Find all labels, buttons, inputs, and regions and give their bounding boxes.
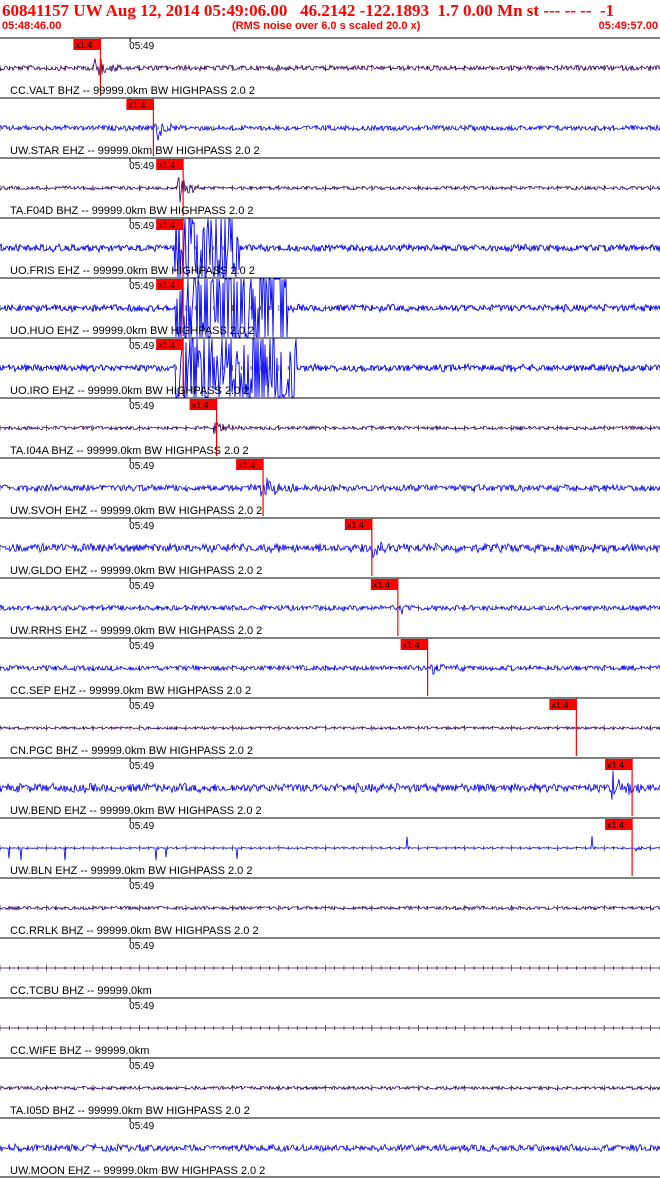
minute-tick-label: 05:49 <box>129 881 154 892</box>
channel-16: 05:49 CC.TCBU BHZ -- 99999.0km <box>0 937 660 997</box>
minute-tick-label: 05:49 <box>129 1001 154 1012</box>
channel-label: CC.SEP EHZ -- 99999.0km BW HIGHPASS 2.0 … <box>10 685 251 697</box>
minute-tick-label: 05:49 <box>129 401 154 412</box>
minute-tick-label: 05:49 <box>129 1121 154 1132</box>
waveform <box>0 177 660 203</box>
pick-label: x1.4 <box>75 40 92 50</box>
channel-label: CC.VALT BHZ -- 99999.0km BW HIGHPASS 2.0… <box>10 85 255 97</box>
pick-label: x1.4 <box>192 400 209 410</box>
channel-label: CC.RRLK BHZ -- 99999.0km BW HIGHPASS 2.0… <box>10 925 259 937</box>
channel-18: 05:49 TA.I05D BHZ -- 99999.0km BW HIGHPAS… <box>0 1057 660 1117</box>
pick-label: x1.4 <box>158 280 175 290</box>
channel-label: UW.STAR EHZ -- 99999.0km BW HIGHPASS 2.0… <box>10 145 260 157</box>
waveform <box>0 1142 660 1154</box>
channel-label: UW.GLDO EHZ -- 99999.0km BW HIGHPASS 2.0… <box>10 565 262 577</box>
pick-label: x1.4 <box>607 760 624 770</box>
pick-label: x1.4 <box>158 160 175 170</box>
channel-10: 05:49 x1.4 UW.RRHS EHZ -- 99999.0km BW HIG… <box>0 577 660 637</box>
pick-label: x1.4 <box>607 820 624 830</box>
channel-1: 05:49 x1.4 CC.VALT BHZ -- 99999.0km BW HIG… <box>0 37 660 97</box>
minute-tick-label: 05:49 <box>129 461 154 472</box>
channel-label: UW.MOON EHZ -- 99999.0km BW HIGHPASS 2.0… <box>10 1165 265 1177</box>
channel-label: UW.BLN EHZ -- 99999.0km BW HIGHPASS 2.0 … <box>10 865 252 877</box>
waveform <box>0 1084 660 1092</box>
waveform <box>0 477 660 497</box>
waveform <box>0 541 660 559</box>
minute-tick-label: 05:49 <box>129 761 154 772</box>
minute-tick-label: 05:49 <box>129 941 154 952</box>
channel-label: TA.F04D BHZ -- 99999.0km BW HIGHPASS 2.0… <box>10 205 254 217</box>
channel-3: 05:49 x1.4 TA.F04D BHZ -- 99999.0km BW HIG… <box>0 157 660 217</box>
minute-tick-label: 05:49 <box>129 221 154 232</box>
pick-label: x1.4 <box>238 460 255 470</box>
channel-label: CC.WIFE BHZ -- 99999.0km <box>10 1045 149 1057</box>
pick-label: x1.4 <box>158 340 175 350</box>
seismogram-plot: 05:49 x1.4 CC.VALT BHZ -- 99999.0km BW HIG… <box>0 37 660 1178</box>
waveform <box>0 835 660 861</box>
channel-label: CN.PGC BHZ -- 99999.0km BW HIGHPASS 2.0 … <box>10 745 253 757</box>
pick-label: x1.4 <box>128 100 145 110</box>
minute-tick-label: 05:49 <box>129 41 154 52</box>
channel-5: 05:49 x1.4 UO.HUO EHZ -- 99999.0km BW HIGH… <box>0 277 660 339</box>
channel-label: TA.I05D BHZ -- 99999.0km BW HIGHPASS 2.0… <box>10 1105 250 1117</box>
channel-13: 05:49 x1.4 UW.BEND EHZ -- 99999.0km BW HIG… <box>0 757 660 817</box>
channel-label: UO.FRIS EHZ -- 99999.0km BW HIGHPASS 2.0… <box>10 265 255 277</box>
waveform <box>0 663 660 676</box>
pick-label: x1.4 <box>551 700 568 710</box>
channel-6: 05:49 x1.4 UO.IRO EHZ -- 99999.0km BW HIGH… <box>0 337 660 399</box>
channel-14: 05:49 x1.4 UW.BLN EHZ -- 99999.0km BW HIGH… <box>0 817 660 877</box>
minute-tick-label: 05:49 <box>129 1061 154 1072</box>
channel-4: 05:49 x1.4 UO.FRIS EHZ -- 99999.0km BW HIG… <box>0 217 660 278</box>
minute-tick-label: 05:49 <box>129 341 154 352</box>
channel-label: CC.TCBU BHZ -- 99999.0km <box>10 985 152 997</box>
waveform <box>0 904 660 912</box>
minute-tick-label: 05:49 <box>129 641 154 652</box>
channel-8: 05:49 x1.4 UW.SVOH EHZ -- 99999.0km BW HIG… <box>0 457 660 517</box>
pick-label: x1.4 <box>158 220 175 230</box>
waveform <box>0 604 660 615</box>
channel-7: 05:49 x1.4 TA.I04A BHZ -- 99999.0km BW HIG… <box>0 397 660 457</box>
channel-17: 05:49 CC.WIFE BHZ -- 99999.0km <box>0 997 660 1057</box>
waveform <box>0 422 660 435</box>
waveform <box>0 770 660 800</box>
waveform <box>0 122 660 141</box>
channel-2: 05:49x1.4UW.STAR EHZ -- 99999.0km BW HIG… <box>0 97 660 157</box>
minute-tick-label: 05:49 <box>129 161 154 172</box>
pick-label: x1.4 <box>373 580 390 590</box>
channel-label: TA.I04A BHZ -- 99999.0km BW HIGHPASS 2.0… <box>10 445 249 457</box>
channel-11: 05:49 x1.4 CC.SEP EHZ -- 99999.0km BW HIGH… <box>0 637 660 697</box>
channel-label: UW.BEND EHZ -- 99999.0km BW HIGHPASS 2.0… <box>10 805 262 817</box>
minute-tick-label: 05:49 <box>129 521 154 532</box>
channel-15: 05:49 CC.RRLK BHZ -- 99999.0km BW HIGHPAS… <box>0 877 660 937</box>
minute-tick-label: 05:49 <box>129 581 154 592</box>
minute-tick-label: 05:49 <box>129 821 154 832</box>
waveform <box>0 58 660 76</box>
pick-label: x1.4 <box>403 640 420 650</box>
channel-label: UW.SVOH EHZ -- 99999.0km BW HIGHPASS 2.0… <box>10 505 262 517</box>
minute-tick-label: 05:49 <box>129 281 154 292</box>
channel-12: 05:49 x1.4 CN.PGC BHZ -- 99999.0km BW HIGH… <box>0 697 660 757</box>
pick-label: x1.4 <box>347 520 364 530</box>
channel-19: 05:49 UW.MOON EHZ -- 99999.0km BW HIGHPAS… <box>0 1117 660 1177</box>
channel-9: 05:49 x1.4 UW.GLDO EHZ -- 99999.0km BW HIG… <box>0 517 660 577</box>
channel-label: UO.HUO EHZ -- 99999.0km BW HIGHPASS 2.0 … <box>10 325 254 337</box>
waveform <box>0 725 660 731</box>
channel-label: UO.IRO EHZ -- 99999.0km BW HIGHPASS 2.0 … <box>10 385 249 397</box>
minute-tick-label: 05:49 <box>129 701 154 712</box>
channel-label: UW.RRHS EHZ -- 99999.0km BW HIGHPASS 2.0… <box>10 625 262 637</box>
